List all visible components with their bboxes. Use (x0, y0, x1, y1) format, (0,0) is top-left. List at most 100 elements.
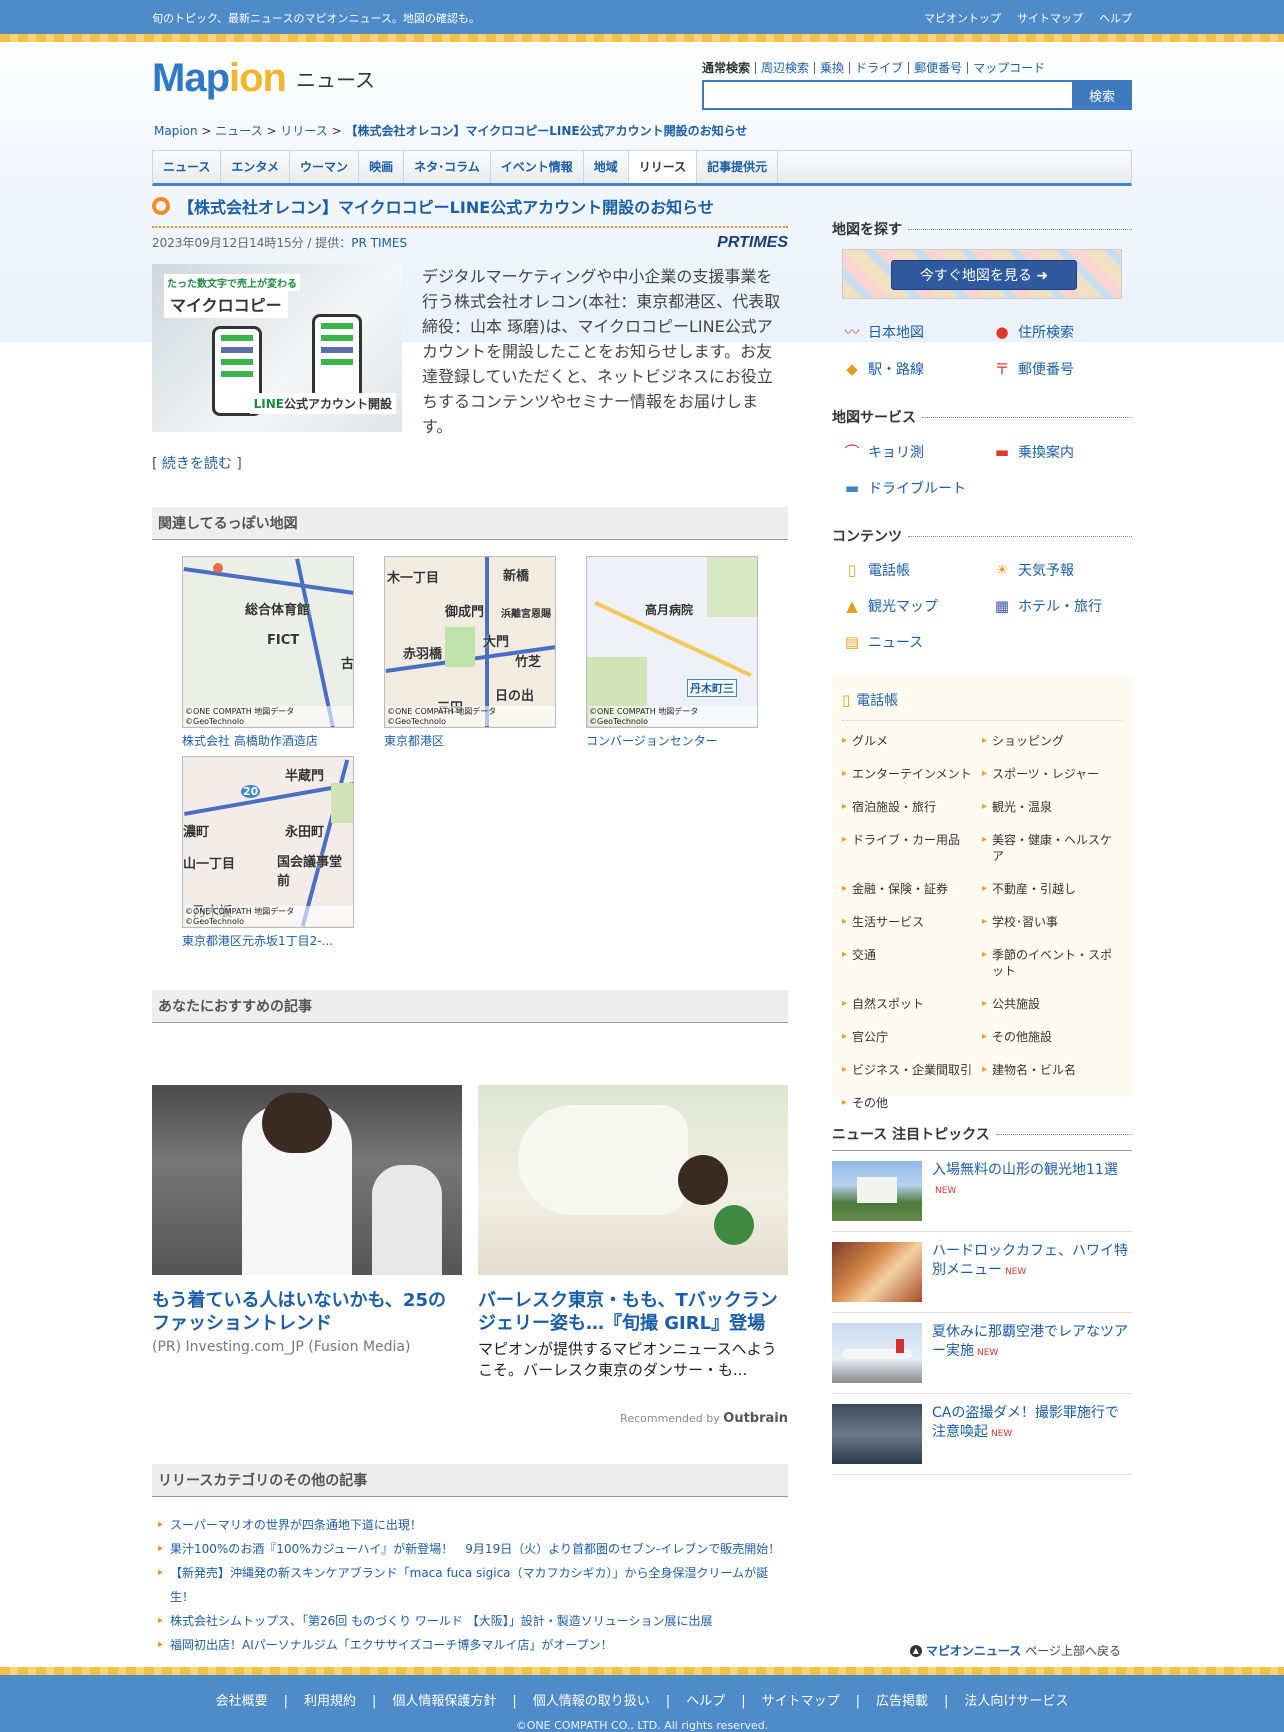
directory-item[interactable]: ビジネス・企業間取引 (842, 1062, 982, 1078)
sidebar-item-news[interactable]: ▤ ニュース (842, 632, 992, 652)
top-link-help[interactable]: ヘルプ (1099, 10, 1132, 26)
nav-tab-region[interactable]: 地域 (584, 151, 629, 183)
footer-link[interactable]: サイトマップ (754, 1694, 848, 1709)
map-thumbnail[interactable]: 木一丁目 新橋 御成門 大門 赤羽橋 竹芝 三田 日の出 浜離宮恩賜 ©ONE … (384, 556, 556, 728)
search-button[interactable]: 検索 (1072, 80, 1132, 110)
sidebar-item-station[interactable]: ◆ 駅・路線 (842, 358, 992, 379)
list-item[interactable]: 福岡初出店！AIパーソナルジム「エクササイズコーチ博多マルイ店」がオープン！ (158, 1633, 788, 1657)
search-tab-transit[interactable]: 乗換 (814, 62, 849, 74)
topic-item[interactable]: 夏休みに那覇空港でレアなツアー実施 NEW (832, 1313, 1132, 1394)
map-thumbnail[interactable]: 20 半蔵門 永田町 濃町 国会議事堂前 山一丁目 乃木坂 ©ONE COMPA… (182, 756, 354, 928)
directory-item[interactable]: 宿泊施設・旅行 (842, 799, 982, 815)
search-tab-mapcode[interactable]: マップコード (967, 62, 1050, 74)
footer-link[interactable]: 広告掲載 (868, 1694, 936, 1709)
list-item[interactable]: 果汁100%のお酒『100%カジューハイ』が新登場！ 9月19日（火）より首都圏… (158, 1537, 788, 1561)
directory-heading[interactable]: ▯ 電話帳 (842, 686, 1122, 721)
topic-image[interactable] (832, 1161, 922, 1221)
map-thumbnail[interactable]: 総合体育館 FICT 古 ©ONE COMPATH 地図データ©GeoTechn… (182, 556, 354, 728)
topic-item[interactable]: CAの盗撮ダメ！撮影罪施行で注意喚起 NEW (832, 1394, 1132, 1475)
nav-tab-entame[interactable]: エンタメ (221, 151, 291, 183)
outbrain-credit[interactable]: Recommended by Outbrain (152, 1411, 788, 1426)
search-input[interactable] (702, 80, 1072, 110)
topic-image[interactable] (832, 1323, 922, 1383)
sidebar-item-phonebook[interactable]: ▯ 電話帳 (842, 560, 992, 580)
article-thumbnail[interactable]: たった数文字で売上が変わる マイクロコピー LINE公式アカウント開設 (152, 264, 402, 432)
directory-item[interactable]: 建物名・ビル名 (982, 1062, 1122, 1078)
topic-image[interactable] (832, 1242, 922, 1302)
sidebar-item-distance[interactable]: ⌒ キョリ測 (842, 441, 992, 462)
directory-item[interactable]: 官公庁 (842, 1029, 982, 1045)
topic-image[interactable] (832, 1404, 922, 1464)
directory-item[interactable]: 不動産・引越し (982, 881, 1122, 897)
sidebar-item-drive[interactable]: ▬ ドライブルート (842, 478, 992, 498)
directory-item[interactable]: その他施設 (982, 1029, 1122, 1045)
sidebar-item-tourist[interactable]: ▲ 観光マップ (842, 596, 992, 616)
breadcrumb-release[interactable]: リリース (280, 124, 327, 138)
map-item[interactable]: 20 半蔵門 永田町 濃町 国会議事堂前 山一丁目 乃木坂 ©ONE COMPA… (182, 756, 354, 948)
list-item[interactable]: 【新発売】沖縄発の新スキンケアブランド「maca fuca sigica（マカフ… (158, 1561, 788, 1609)
map-banner[interactable]: 今すぐ地図を見る ➜ (842, 249, 1122, 299)
recommend-title[interactable]: バーレスク東京・もも、Tバックランジェリー姿も…『旬撮 GIRL』登場 (478, 1289, 788, 1335)
directory-item[interactable]: エンターテインメント (842, 766, 982, 782)
nav-tab-column[interactable]: ネタ･コラム (404, 151, 491, 183)
topic-item[interactable]: 入場無料の山形の観光地11選 NEW (832, 1151, 1132, 1232)
footer-link[interactable]: 個人情報の取り扱い (525, 1694, 658, 1709)
nav-tab-woman[interactable]: ウーマン (290, 151, 360, 183)
breadcrumb-news[interactable]: ニュース (215, 124, 262, 138)
sidebar-item-weather[interactable]: ☀ 天気予報 (992, 560, 1142, 580)
list-item[interactable]: スーパーマリオの世界が四条通地下道に出現！ (158, 1513, 788, 1537)
directory-item[interactable]: ドライブ・カー用品 (842, 832, 982, 864)
map-caption[interactable]: 株式会社 高橋助作酒造店 (182, 732, 354, 748)
map-item[interactable]: 総合体育館 FICT 古 ©ONE COMPATH 地図データ©GeoTechn… (182, 556, 354, 748)
nav-tab-movie[interactable]: 映画 (359, 151, 405, 183)
map-caption[interactable]: 東京都港区元赤坂1丁目2-... (182, 932, 354, 948)
sidebar-item-postal[interactable]: 〒郵便番号 (992, 358, 1142, 379)
nav-tab-provider[interactable]: 記事提供元 (697, 151, 779, 183)
top-link-sitemap[interactable]: サイトマップ (1017, 10, 1083, 26)
directory-item[interactable]: グルメ (842, 733, 982, 749)
prtimes-logo[interactable]: PRTIMES (717, 234, 788, 252)
nav-tab-release[interactable]: リリース (628, 151, 698, 183)
directory-item[interactable]: 自然スポット (842, 996, 982, 1012)
footer-link[interactable]: 会社概要 (208, 1694, 276, 1709)
directory-item[interactable]: スポーツ・レジャー (982, 766, 1122, 782)
topic-item[interactable]: ハードロックカフェ、ハワイ特別メニュー NEW (832, 1232, 1132, 1313)
back-to-top[interactable]: ▲ マピオンニュース ページ上部へ戻る (909, 1642, 1121, 1659)
nav-tab-news[interactable]: ニュース (153, 151, 222, 183)
directory-item[interactable]: 公共施設 (982, 996, 1122, 1012)
mapion-logo[interactable]: Mapion ニュース (152, 56, 375, 101)
footer-link[interactable]: 法人向けサービス (956, 1694, 1076, 1709)
breadcrumb-mapion[interactable]: Mapion (154, 124, 198, 138)
directory-item[interactable]: その他 (842, 1095, 982, 1111)
map-caption[interactable]: コンバージョンセンター (586, 732, 758, 748)
top-link-mapion[interactable]: マピオントップ (924, 10, 1001, 26)
nav-tab-event[interactable]: イベント情報 (491, 151, 584, 183)
footer-link[interactable]: ヘルプ (678, 1694, 733, 1709)
footer-link[interactable]: 利用規約 (296, 1694, 364, 1709)
search-tab-drive[interactable]: ドライブ (849, 62, 908, 74)
map-caption[interactable]: 東京都港区 (384, 732, 556, 748)
directory-item[interactable]: 季節のイベント・スポット (982, 947, 1122, 979)
recommend-item[interactable]: もう着ている人はいないかも、25のファッショントレンド (PR) Investi… (152, 1085, 462, 1381)
sidebar-item-hotel[interactable]: ▦ ホテル・旅行 (992, 596, 1142, 616)
recommend-image[interactable] (152, 1085, 462, 1275)
view-map-button[interactable]: 今すぐ地図を見る ➜ (891, 260, 1077, 290)
article-provider-link[interactable]: PR TIMES (351, 236, 407, 250)
directory-item[interactable]: 交通 (842, 947, 982, 979)
recommend-item[interactable]: バーレスク東京・もも、Tバックランジェリー姿も…『旬撮 GIRL』登場 マピオン… (478, 1085, 788, 1381)
map-thumbnail[interactable]: 高月病院 丹木町三 ©ONE COMPATH 地図データ©GeoTechnolo (586, 556, 758, 728)
map-item[interactable]: 木一丁目 新橋 御成門 大門 赤羽橋 竹芝 三田 日の出 浜離宮恩賜 ©ONE … (384, 556, 556, 748)
search-tab-nearby[interactable]: 周辺検索 (755, 62, 814, 74)
sidebar-item-japan-map[interactable]: 〰日本地図 (842, 321, 992, 342)
sidebar-item-transit[interactable]: ▬ 乗換案内 (992, 441, 1142, 462)
list-item[interactable]: 株式会社シムトップス、「第26回 ものづくり ワールド 【大阪】」設計・製造ソリ… (158, 1609, 788, 1633)
directory-item[interactable]: 観光・温泉 (982, 799, 1122, 815)
directory-item[interactable]: 金融・保険・証券 (842, 881, 982, 897)
recommend-title[interactable]: もう着ている人はいないかも、25のファッショントレンド (152, 1289, 462, 1335)
recommend-image[interactable] (478, 1085, 788, 1275)
search-tab-normal[interactable]: 通常検索 (702, 62, 755, 74)
directory-item[interactable]: 学校･習い事 (982, 914, 1122, 930)
footer-link[interactable]: 個人情報保護方針 (384, 1694, 504, 1709)
directory-item[interactable]: 生活サービス (842, 914, 982, 930)
directory-item[interactable]: 美容・健康・ヘルスケア (982, 832, 1122, 864)
